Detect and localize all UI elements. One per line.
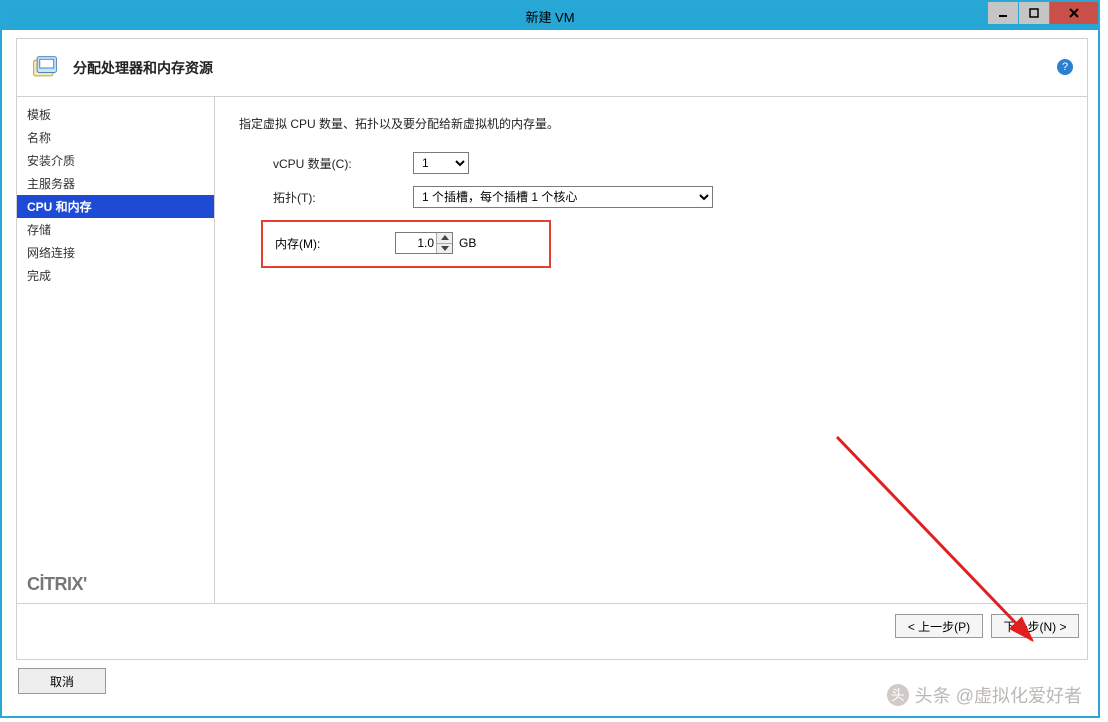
cancel-button[interactable]: 取消 xyxy=(18,668,106,694)
help-icon[interactable]: ? xyxy=(1057,59,1073,75)
window-controls xyxy=(987,2,1098,24)
description-text: 指定虚拟 CPU 数量、拓扑以及要分配给新虚拟机的内存量。 xyxy=(239,115,1063,132)
vm-icon xyxy=(31,54,59,82)
memory-label: 内存(M): xyxy=(275,235,395,252)
minimize-button[interactable] xyxy=(988,2,1018,24)
dialog-window: 新建 VM 分配处理器和内存资源 ? 模板 xyxy=(0,0,1100,718)
sidebar-item-name[interactable]: 名称 xyxy=(17,126,214,149)
vcpu-select[interactable]: 1 xyxy=(413,152,469,174)
window-title: 新建 VM xyxy=(525,7,574,26)
memory-unit: GB xyxy=(459,236,476,250)
minimize-icon xyxy=(998,8,1008,18)
close-icon xyxy=(1068,7,1080,19)
sidebar-spacer xyxy=(17,287,214,568)
previous-button[interactable]: < 上一步(P) xyxy=(895,614,983,638)
memory-input[interactable] xyxy=(396,233,436,253)
maximize-button[interactable] xyxy=(1019,2,1049,24)
sidebar-item-template[interactable]: 模板 xyxy=(17,103,214,126)
sidebar-item-network[interactable]: 网络连接 xyxy=(17,241,214,264)
topology-select[interactable]: 1 个插槽，每个插槽 1 个核心 xyxy=(413,186,713,208)
spinner-buttons xyxy=(436,233,452,253)
memory-decrease-button[interactable] xyxy=(437,244,452,254)
main-panel: 指定虚拟 CPU 数量、拓扑以及要分配给新虚拟机的内存量。 vCPU 数量(C)… xyxy=(215,97,1087,603)
dialog-footer: < 上一步(P) 下一步(N) > xyxy=(17,603,1087,659)
sidebar-item-install-media[interactable]: 安装介质 xyxy=(17,149,214,172)
page-title: 分配处理器和内存资源 xyxy=(73,58,213,78)
vcpu-label: vCPU 数量(C): xyxy=(273,155,413,172)
maximize-icon xyxy=(1029,8,1039,18)
dialog-body: 模板 名称 安装介质 主服务器 CPU 和内存 存储 网络连接 完成 CİTRI… xyxy=(17,97,1087,603)
memory-row-highlight: 内存(M): GB xyxy=(261,220,551,268)
chevron-up-icon xyxy=(441,235,449,240)
wizard-sidebar: 模板 名称 安装介质 主服务器 CPU 和内存 存储 网络连接 完成 CİTRI… xyxy=(17,97,215,603)
brand-logo: CİTRIX' xyxy=(17,568,214,603)
vcpu-row: vCPU 数量(C): 1 xyxy=(239,152,1063,174)
dialog-content: 分配处理器和内存资源 ? 模板 名称 安装介质 主服务器 CPU 和内存 存储 … xyxy=(16,38,1088,660)
topology-row: 拓扑(T): 1 个插槽，每个插槽 1 个核心 xyxy=(239,186,1063,208)
sidebar-item-cpu-memory[interactable]: CPU 和内存 xyxy=(17,195,214,218)
sidebar-item-home-server[interactable]: 主服务器 xyxy=(17,172,214,195)
sidebar-item-finish[interactable]: 完成 xyxy=(17,264,214,287)
topology-label: 拓扑(T): xyxy=(273,189,413,206)
titlebar: 新建 VM xyxy=(2,2,1098,30)
memory-spinner xyxy=(395,232,453,254)
sidebar-item-storage[interactable]: 存储 xyxy=(17,218,214,241)
dialog-header: 分配处理器和内存资源 ? xyxy=(17,39,1087,97)
memory-increase-button[interactable] xyxy=(437,233,452,244)
next-button[interactable]: 下一步(N) > xyxy=(991,614,1079,638)
close-button[interactable] xyxy=(1050,2,1098,24)
chevron-down-icon xyxy=(441,246,449,251)
